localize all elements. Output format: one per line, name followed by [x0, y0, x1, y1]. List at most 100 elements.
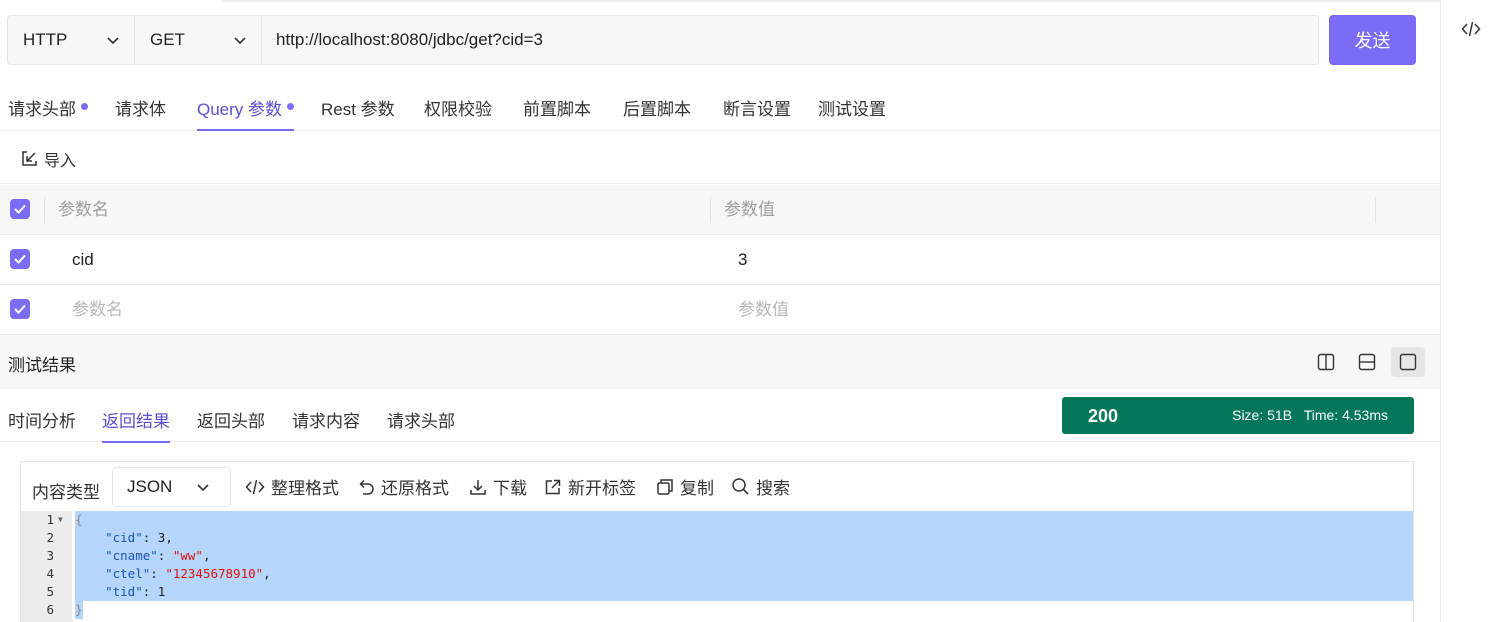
- tab-request-headers[interactable]: 请求头部: [8, 88, 88, 131]
- tab-label: 断言设置: [723, 100, 791, 119]
- chevron-down-icon: [197, 484, 209, 492]
- line-number: 2: [46, 530, 54, 545]
- line-number: 1: [46, 512, 54, 527]
- line-number: 3: [46, 548, 54, 563]
- tab-label: 请求体: [115, 100, 166, 119]
- split-horizontal-icon: [1358, 353, 1376, 371]
- search-button[interactable]: 搜索: [731, 474, 790, 499]
- params-table: 参数名 参数值: [0, 185, 1440, 335]
- response-toolbar: 内容类型 JSON 整理格式 还原格式 下载 新开标签 复制 搜索: [21, 462, 1413, 511]
- url-input[interactable]: [262, 16, 1318, 64]
- content-type-value: JSON: [127, 477, 173, 496]
- tab-time-analysis[interactable]: 时间分析: [8, 400, 76, 443]
- copy-button[interactable]: 复制: [656, 474, 714, 499]
- search-label: 搜索: [756, 479, 790, 498]
- status-code: 200: [1088, 406, 1119, 426]
- response-time: Time: 4.53ms: [1303, 407, 1388, 423]
- protocol-select[interactable]: HTTP: [8, 16, 135, 64]
- tab-assertions[interactable]: 断言设置: [723, 88, 791, 131]
- restore-format-button[interactable]: 还原格式: [357, 474, 449, 499]
- tab-label: 权限校验: [424, 100, 492, 119]
- split-vertical-icon: [1317, 353, 1335, 371]
- tab-label: 前置脚本: [523, 100, 591, 119]
- code-icon: [245, 479, 265, 494]
- method-value: GET: [150, 30, 185, 49]
- search-icon: [732, 478, 749, 495]
- new-param-name-field[interactable]: [72, 285, 572, 335]
- tab-rest-params[interactable]: Rest 参数: [321, 88, 395, 131]
- modified-dot: [287, 103, 295, 110]
- content-type-select[interactable]: JSON: [112, 467, 231, 507]
- tab-label: 测试设置: [818, 100, 886, 119]
- top-divider: [222, 0, 1440, 2]
- response-panel: 内容类型 JSON 整理格式 还原格式 下载 新开标签 复制 搜索 1 ▼ 2 …: [20, 461, 1414, 622]
- api-test-main: HTTP GET 发送 请求头部 请求体 Query 参数 Rest 参数 权限…: [0, 0, 1440, 622]
- download-button[interactable]: 下载: [469, 474, 527, 499]
- import-button[interactable]: 导入: [20, 147, 76, 171]
- send-button[interactable]: 发送: [1329, 15, 1416, 65]
- tab-request-content[interactable]: 请求内容: [292, 400, 360, 443]
- param-name-input[interactable]: [72, 250, 572, 270]
- chevron-down-icon: [234, 37, 246, 45]
- row-checkbox[interactable]: [10, 249, 30, 269]
- row-checkbox[interactable]: [10, 299, 30, 319]
- table-header-row: 参数名 参数值: [0, 185, 1440, 235]
- protocol-value: HTTP: [23, 30, 68, 49]
- line-number: 4: [46, 566, 54, 581]
- status-meta: Size: 51B Time: 4.53ms: [1232, 407, 1388, 423]
- request-url-bar: HTTP GET: [7, 15, 1319, 65]
- code-line: "cid": 3,: [105, 530, 173, 545]
- param-name-header: 参数名: [58, 200, 109, 219]
- code-icon: [1461, 21, 1481, 37]
- code-line: "tid": 1: [105, 584, 166, 599]
- tab-post-script[interactable]: 后置脚本: [623, 88, 691, 131]
- status-bar: 200 Size: 51B Time: 4.53ms: [1062, 397, 1414, 434]
- tab-auth[interactable]: 权限校验: [424, 88, 492, 131]
- tab-test-settings[interactable]: 测试设置: [818, 88, 886, 131]
- fold-caret-icon[interactable]: ▼: [58, 511, 63, 529]
- new-tab-label: 新开标签: [568, 479, 636, 498]
- download-icon: [470, 479, 486, 495]
- request-tabs: 请求头部 请求体 Query 参数 Rest 参数 权限校验 前置脚本 后置脚本…: [0, 88, 1440, 131]
- new-param-value-field[interactable]: [738, 285, 1238, 335]
- format-button[interactable]: 整理格式: [245, 474, 339, 499]
- tab-query-params[interactable]: Query 参数: [197, 88, 295, 131]
- external-link-icon: [545, 479, 561, 494]
- checkmark-icon: [14, 254, 26, 264]
- checkmark-icon: [14, 204, 26, 214]
- response-code-editor[interactable]: 1 ▼ 2 3 4 5 6 { "cid": 3, "cname": "ww",…: [21, 511, 1413, 622]
- tab-response-body[interactable]: 返回结果: [102, 400, 170, 443]
- format-label: 整理格式: [271, 479, 339, 498]
- table-row: [0, 235, 1440, 285]
- layout-split-horizontal-button[interactable]: [1350, 347, 1384, 377]
- new-param-name-input[interactable]: [72, 300, 572, 320]
- modified-dot: [81, 103, 88, 110]
- tab-label: 后置脚本: [623, 100, 691, 119]
- tab-request-headers-result[interactable]: 请求头部: [387, 400, 455, 443]
- code-line: }: [75, 602, 83, 617]
- param-value-input[interactable]: [738, 250, 1238, 270]
- new-param-value-input[interactable]: [738, 300, 1238, 320]
- tab-response-headers[interactable]: 返回头部: [197, 400, 265, 443]
- select-all-checkbox[interactable]: [10, 199, 30, 219]
- column-divider: [44, 197, 45, 223]
- content-type-label: 内容类型: [32, 483, 100, 502]
- code-line: "ctel": "12345678910",: [105, 566, 271, 581]
- param-name-field[interactable]: [72, 235, 572, 285]
- column-divider: [1375, 197, 1376, 223]
- square-icon: [1399, 353, 1417, 371]
- param-value-field[interactable]: [738, 235, 1238, 285]
- tab-pre-script[interactable]: 前置脚本: [523, 88, 591, 131]
- layout-split-vertical-button[interactable]: [1309, 347, 1343, 377]
- layout-single-button[interactable]: [1391, 347, 1425, 377]
- new-tab-button[interactable]: 新开标签: [544, 474, 636, 499]
- checkmark-icon: [14, 304, 26, 314]
- test-result-title: 测试结果: [8, 356, 76, 375]
- import-bar: 导入: [0, 132, 1440, 184]
- tab-request-body[interactable]: 请求体: [115, 88, 166, 131]
- method-select[interactable]: GET: [135, 16, 262, 64]
- column-divider: [710, 197, 711, 223]
- copy-icon: [657, 478, 673, 495]
- undo-icon: [359, 479, 374, 495]
- code-view-toggle[interactable]: [1459, 18, 1483, 40]
